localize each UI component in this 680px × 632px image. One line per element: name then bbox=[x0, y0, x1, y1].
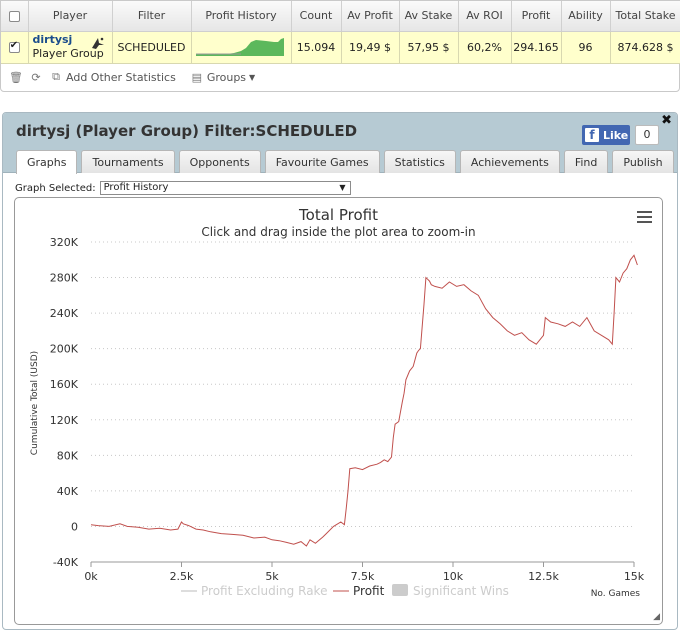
x-tick-label: 10k bbox=[443, 570, 464, 583]
tab-opponents[interactable]: Opponents bbox=[178, 150, 261, 173]
graph-select-value: Profit History bbox=[103, 182, 169, 193]
x-tick-label: 5k bbox=[265, 570, 279, 583]
graph-selector-row: Graph Selected: Profit History ▼ bbox=[15, 181, 351, 195]
tab-achievements[interactable]: Achievements bbox=[459, 150, 560, 173]
column-header-ability[interactable]: Ability bbox=[561, 1, 611, 32]
legend-profit[interactable]: Profit bbox=[353, 584, 385, 598]
add-columns-icon: ⧉ bbox=[52, 70, 60, 83]
y-tick-label: 200K bbox=[50, 343, 79, 356]
panel-title: dirtysj (Player Group) Filter:SCHEDULED bbox=[16, 122, 358, 140]
table-toolbar: 🗑 ⟳ ⧉ Add Other Statistics ▤ Groups ▼ bbox=[1, 64, 679, 91]
profit-chart[interactable]: -40K 0 40K 80K 120K 160K 200K 240K 280K 320K 0k 2.… bbox=[15, 198, 662, 624]
filter-cell: SCHEDULED bbox=[112, 31, 192, 64]
refresh-icon[interactable]: ⟳ bbox=[29, 70, 43, 84]
y-tick-label: 0 bbox=[71, 520, 78, 533]
panel-header: dirtysj (Player Group) Filter:SCHEDULED … bbox=[3, 113, 677, 174]
player-group-logo-icon bbox=[91, 37, 104, 49]
total-stake-cell: 874.628 $ bbox=[610, 31, 680, 64]
panel-tabs: Graphs Tournaments Opponents Favourite G… bbox=[16, 150, 674, 174]
add-other-statistics-button[interactable]: ⧉ Add Other Statistics bbox=[49, 70, 176, 84]
profit-history-sparkline-cell bbox=[191, 31, 292, 64]
chevron-down-icon: ▼ bbox=[339, 183, 346, 192]
facebook-icon: f bbox=[585, 128, 599, 142]
legend-swatch-significant-wins bbox=[392, 584, 408, 596]
column-header-filter[interactable]: Filter bbox=[112, 1, 192, 32]
y-tick-label: 80K bbox=[57, 449, 79, 462]
groups-icon: ▤ bbox=[191, 70, 203, 84]
player-cell[interactable]: dirtysj Player Group bbox=[28, 31, 113, 64]
add-other-statistics-label: Add Other Statistics bbox=[66, 70, 176, 84]
x-tick-label: 7.5k bbox=[351, 570, 375, 583]
table-header-row: Player Filter Profit History Count Av Pr… bbox=[1, 1, 680, 32]
statistics-table-panel: Player Filter Profit History Count Av Pr… bbox=[0, 0, 680, 92]
y-tick-label: 120K bbox=[50, 414, 79, 427]
tab-statistics[interactable]: Statistics bbox=[383, 150, 456, 173]
profit-sparkline bbox=[196, 37, 284, 56]
y-tick-label: -40K bbox=[53, 556, 79, 569]
statistics-table: Player Filter Profit History Count Av Pr… bbox=[1, 1, 680, 64]
tab-favourite-games[interactable]: Favourite Games bbox=[264, 150, 380, 173]
resize-handle-icon[interactable]: ◢ bbox=[653, 612, 660, 622]
groups-dropdown[interactable]: ▤ Groups ▼ bbox=[190, 70, 256, 84]
legend-significant-wins[interactable]: Significant Wins bbox=[413, 584, 509, 598]
legend-profit-excluding-rake[interactable]: Profit Excluding Rake bbox=[201, 584, 327, 598]
column-header-profit[interactable]: Profit bbox=[511, 1, 562, 32]
column-header-profit-history[interactable]: Profit History bbox=[191, 1, 292, 32]
profit-series-line bbox=[90, 254, 638, 547]
profit-cell: 294.165 bbox=[511, 31, 562, 64]
column-header-av-stake[interactable]: Av Stake bbox=[399, 1, 459, 32]
x-tick-label: 12.5k bbox=[528, 570, 559, 583]
x-tick-label: 2.5k bbox=[170, 570, 194, 583]
av-roi-cell: 60,2% bbox=[458, 31, 512, 64]
column-header-av-roi[interactable]: Av ROI bbox=[458, 1, 512, 32]
like-label: Like bbox=[603, 128, 629, 142]
chevron-down-icon: ▼ bbox=[249, 72, 256, 82]
ability-cell: 96 bbox=[561, 31, 611, 64]
tab-find[interactable]: Find bbox=[563, 150, 609, 173]
tab-publish[interactable]: Publish bbox=[612, 150, 674, 173]
like-count: 0 bbox=[635, 125, 659, 145]
av-stake-cell: 57,95 $ bbox=[399, 31, 459, 64]
trash-icon[interactable]: 🗑 bbox=[9, 70, 23, 84]
y-axis-label: Cumulative Total (USD) bbox=[30, 351, 40, 455]
column-header-player[interactable]: Player bbox=[28, 1, 113, 32]
column-header-count[interactable]: Count bbox=[291, 1, 342, 32]
tab-graphs[interactable]: Graphs bbox=[16, 150, 78, 174]
row-select-cell[interactable] bbox=[1, 31, 29, 64]
count-cell: 15.094 bbox=[291, 31, 342, 64]
chart-container[interactable]: Total Profit Click and drag inside the p… bbox=[14, 197, 663, 625]
graph-select-dropdown[interactable]: Profit History ▼ bbox=[99, 181, 351, 195]
y-tick-label: 240K bbox=[50, 307, 79, 320]
y-tick-label: 320K bbox=[50, 236, 79, 249]
graph-selected-label: Graph Selected: bbox=[15, 182, 96, 194]
av-profit-cell: 19,49 $ bbox=[341, 31, 400, 64]
select-all-checkbox[interactable] bbox=[8, 10, 20, 22]
row-checkbox[interactable] bbox=[8, 40, 20, 53]
y-tick-label: 160K bbox=[50, 378, 79, 391]
select-all-header[interactable] bbox=[1, 1, 29, 32]
x-axis-label: No. Games bbox=[591, 589, 641, 599]
groups-label: Groups bbox=[206, 70, 247, 84]
x-tick-label: 15k bbox=[624, 570, 645, 583]
y-tick-label: 280K bbox=[50, 272, 79, 285]
close-icon[interactable]: ✖ bbox=[661, 113, 672, 128]
chart-legend: Profit Excluding Rake Profit Significant… bbox=[181, 584, 509, 598]
column-header-av-profit[interactable]: Av Profit bbox=[341, 1, 400, 32]
facebook-like-button[interactable]: f Like bbox=[582, 125, 630, 145]
player-detail-panel: dirtysj (Player Group) Filter:SCHEDULED … bbox=[2, 112, 678, 630]
table-row[interactable]: dirtysj Player Group SCHEDULED 15.094 19… bbox=[1, 31, 680, 64]
column-header-total-stake[interactable]: Total Stake bbox=[610, 1, 680, 32]
y-tick-label: 40K bbox=[57, 485, 79, 498]
x-tick-label: 0k bbox=[84, 570, 98, 583]
tab-tournaments[interactable]: Tournaments bbox=[81, 150, 175, 173]
